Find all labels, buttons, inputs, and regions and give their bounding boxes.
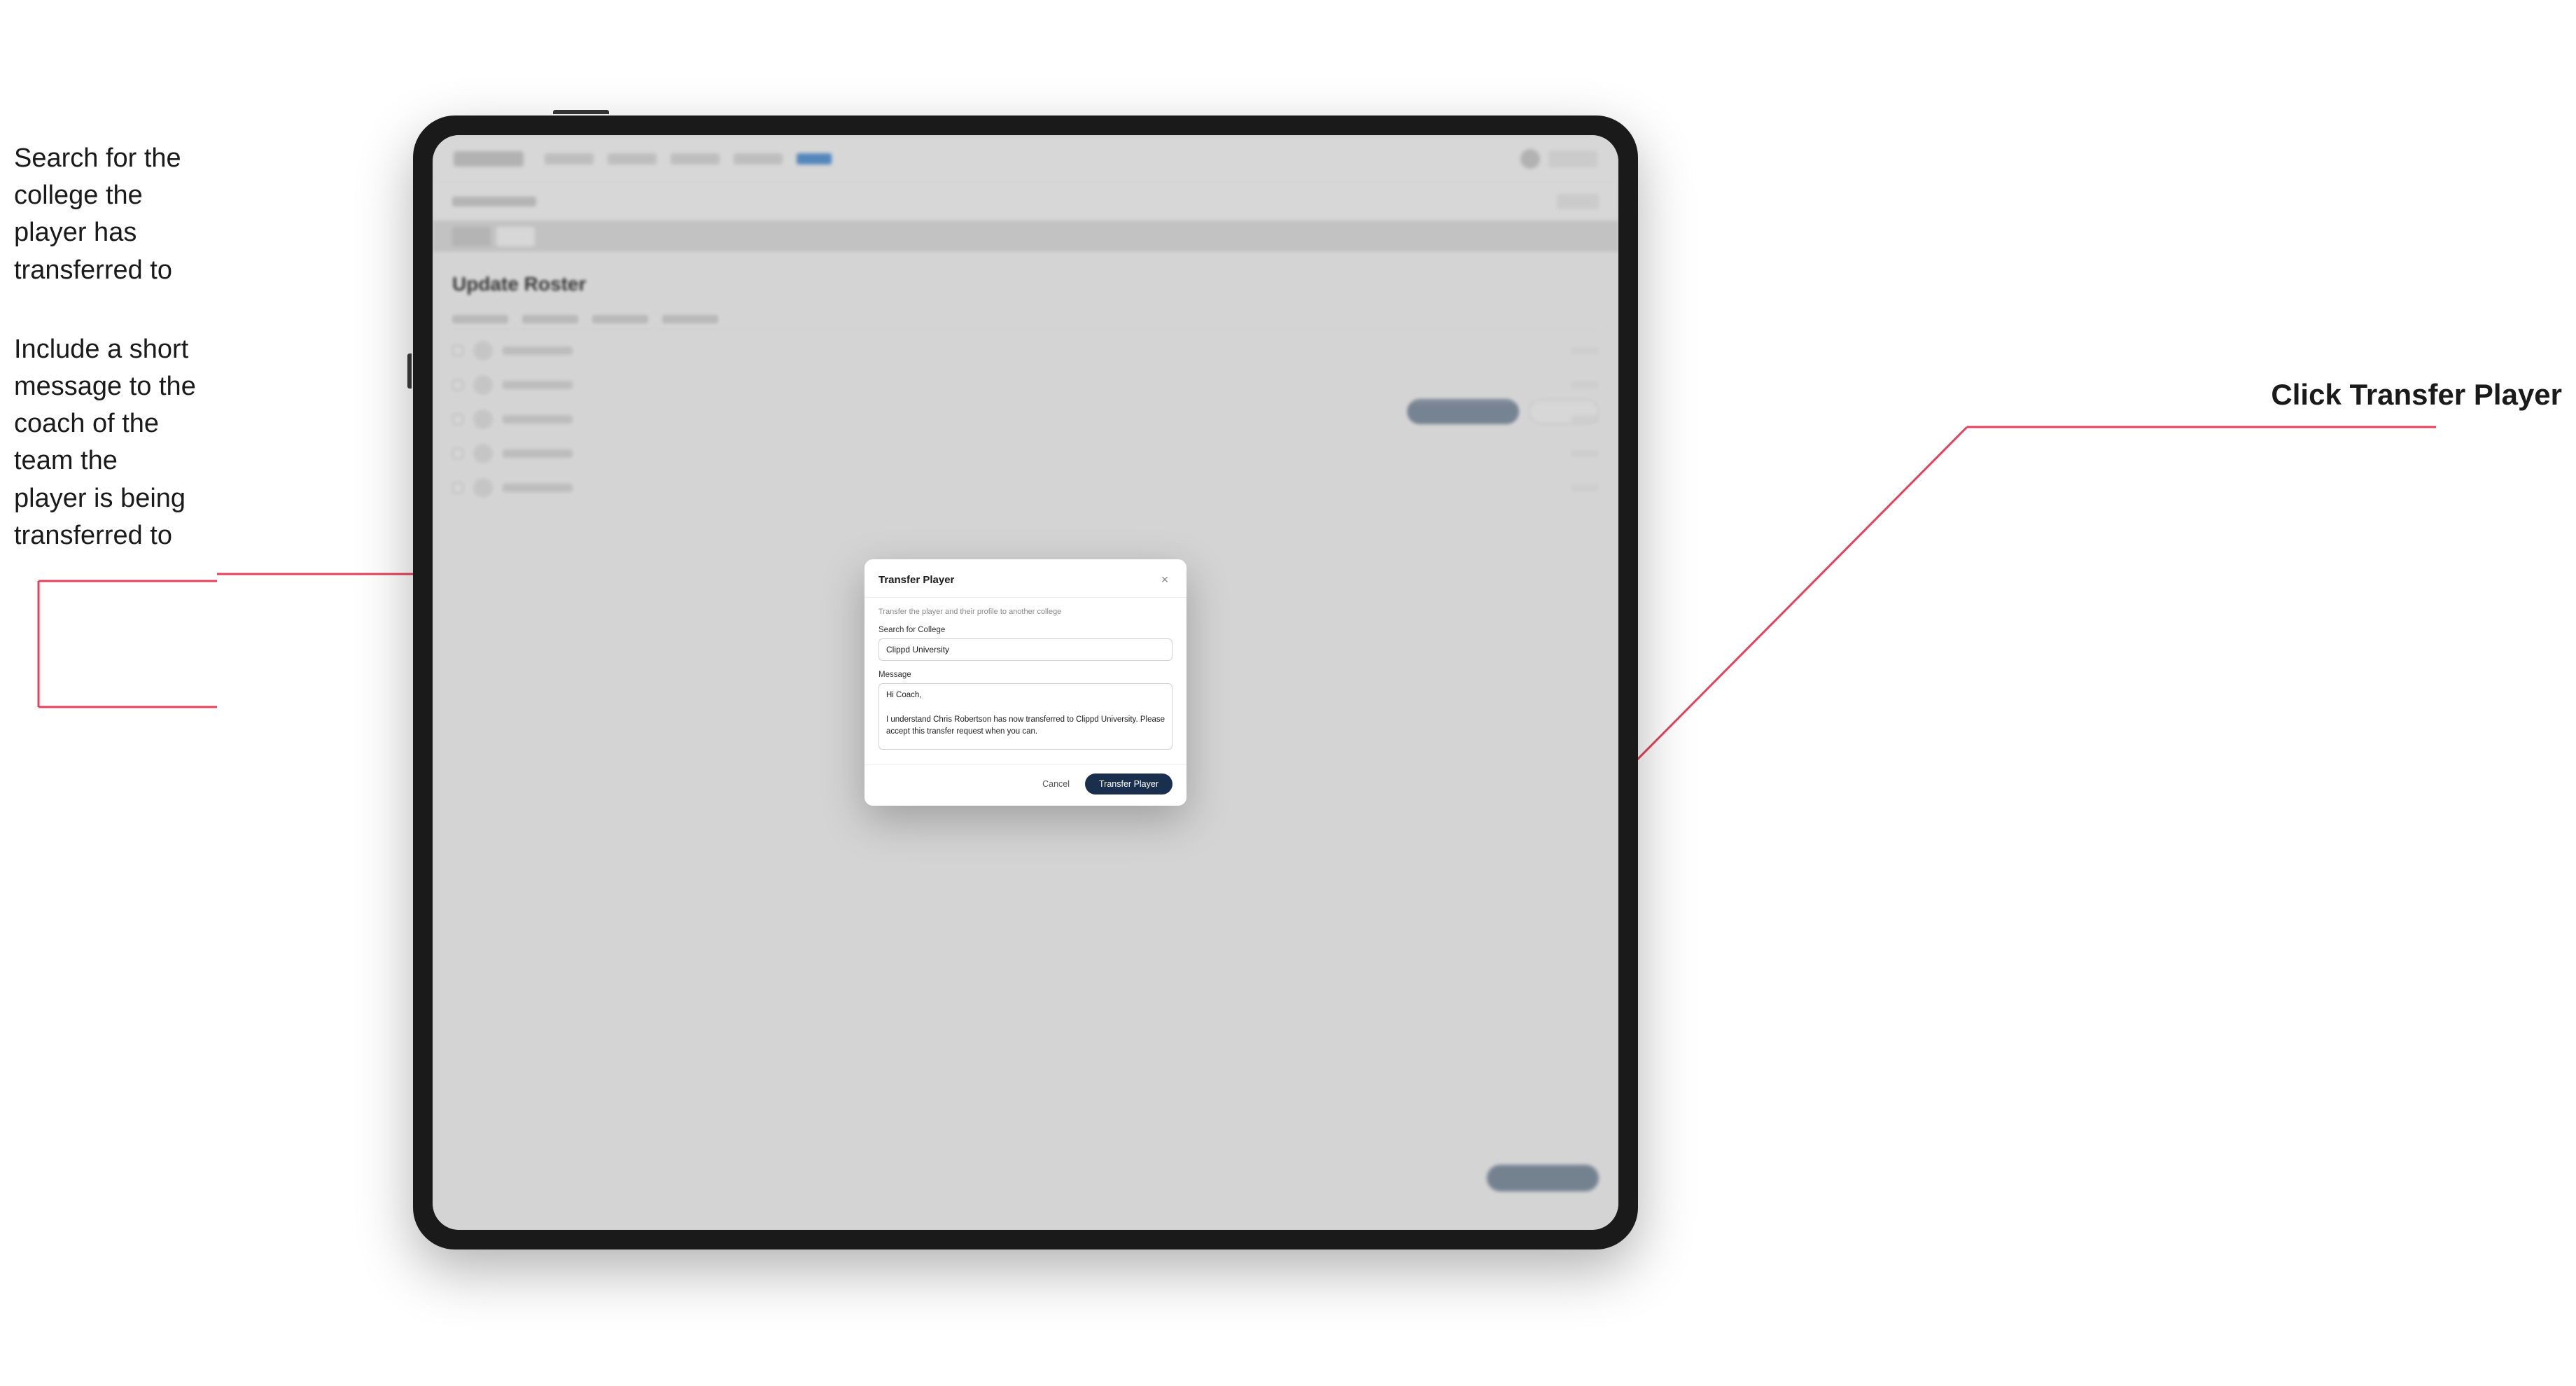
modal-title: Transfer Player: [878, 574, 954, 586]
modal-subtitle: Transfer the player and their profile to…: [878, 608, 1172, 616]
college-label: Search for College: [878, 626, 1172, 634]
message-label: Message: [878, 671, 1172, 679]
annotation-search: Search for the college the player has tr…: [14, 140, 196, 289]
annotation-left: Search for the college the player has tr…: [14, 140, 196, 554]
modal-close-button[interactable]: ×: [1157, 572, 1172, 587]
tablet-frame: Update Roster: [413, 115, 1638, 1250]
annotation-transfer-text: Transfer Player: [2349, 378, 2562, 411]
modal-header: Transfer Player ×: [864, 559, 1186, 598]
modal-body: Transfer the player and their profile to…: [864, 598, 1186, 764]
transfer-player-button[interactable]: Transfer Player: [1085, 774, 1172, 794]
modal-footer: Cancel Transfer Player: [864, 764, 1186, 806]
college-input[interactable]: [878, 638, 1172, 661]
annotation-click-text: Click: [2271, 378, 2349, 411]
cancel-button[interactable]: Cancel: [1034, 775, 1078, 793]
annotation-message: Include a short message to the coach of …: [14, 331, 196, 554]
annotation-right: Click Transfer Player: [2271, 378, 2562, 412]
tablet-top-button: [553, 110, 609, 114]
message-textarea[interactable]: [878, 683, 1172, 750]
tablet-side-button: [407, 354, 412, 388]
transfer-player-modal: Transfer Player × Transfer the player an…: [864, 559, 1186, 806]
modal-overlay: Transfer Player × Transfer the player an…: [433, 135, 1618, 1230]
tablet-screen: Update Roster: [433, 135, 1618, 1230]
